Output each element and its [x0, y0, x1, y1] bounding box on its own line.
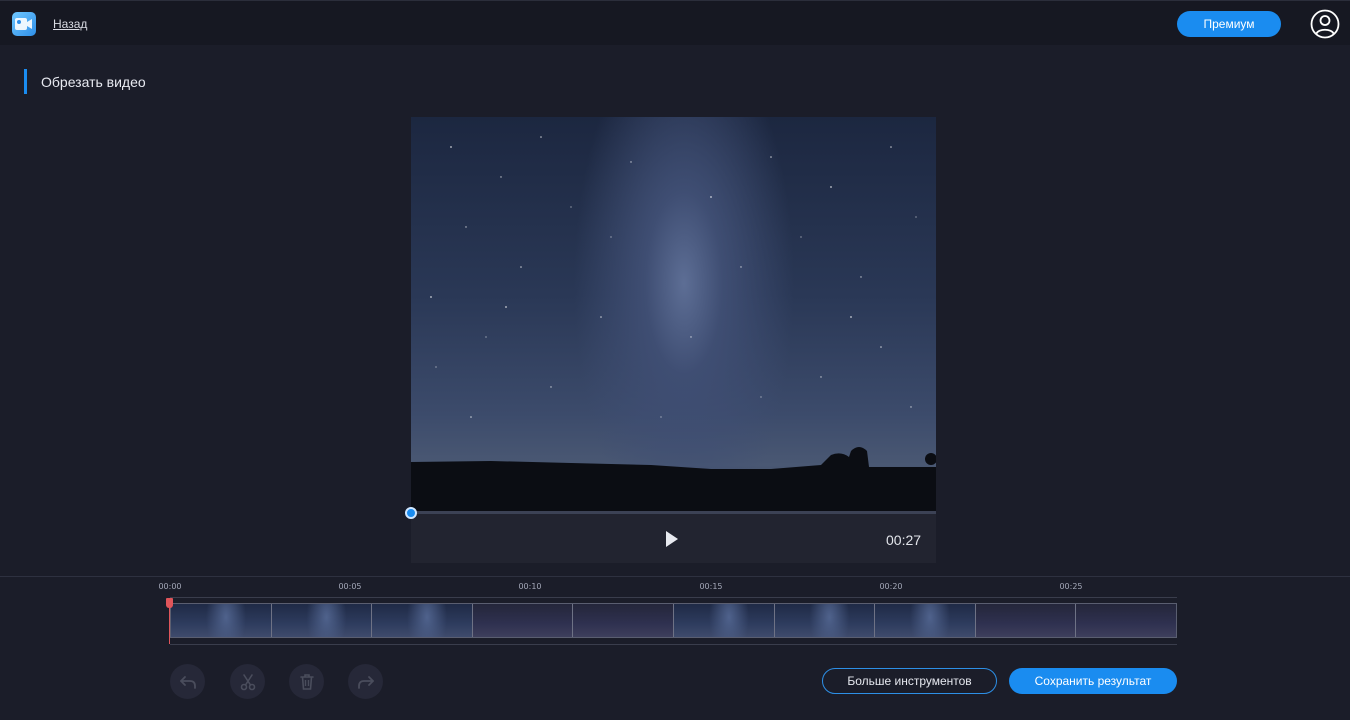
filmstrip-frame — [573, 604, 674, 637]
scissors-icon[interactable] — [230, 664, 265, 699]
ruler-tick-label: 00:15 — [699, 582, 723, 591]
video-editor-icon[interactable] — [12, 12, 36, 36]
user-icon[interactable] — [1310, 9, 1340, 39]
progress-handle[interactable] — [405, 507, 417, 519]
filmstrip-frame — [975, 604, 1077, 637]
filmstrip-baseline — [170, 644, 1177, 645]
trash-icon[interactable] — [289, 664, 324, 699]
progress-track[interactable] — [411, 511, 936, 514]
filmstrip-frame — [372, 604, 473, 637]
filmstrip-frame — [673, 604, 775, 637]
video-duration: 00:27 — [886, 532, 922, 548]
filmstrip-frame — [875, 604, 976, 637]
video-filmstrip[interactable] — [170, 603, 1177, 638]
playhead-handle[interactable] — [166, 598, 173, 608]
undo-icon[interactable] — [170, 664, 205, 699]
back-link[interactable]: Назад — [53, 17, 87, 31]
save-result-button[interactable]: Сохранить результат — [1009, 668, 1177, 694]
video-preview[interactable] — [411, 117, 936, 513]
timeline-ruler: 00:00 00:05 00:10 00:15 00:20 00:25 — [158, 578, 1177, 598]
filmstrip-frame — [271, 604, 373, 637]
timeline-divider — [0, 576, 1350, 577]
play-icon[interactable] — [664, 530, 680, 548]
top-bar: Назад Премиум — [0, 0, 1350, 45]
filmstrip-frame — [472, 604, 574, 637]
ruler-tick-label: 00:00 — [158, 582, 182, 591]
more-tools-button[interactable]: Больше инструментов — [822, 668, 997, 694]
ruler-tick-label: 00:20 — [879, 582, 903, 591]
filmstrip-frame — [1076, 604, 1176, 637]
title-accent-bar — [24, 69, 27, 94]
page-title: Обрезать видео — [41, 74, 146, 90]
ruler-tick-label: 00:25 — [1059, 582, 1083, 591]
premium-button[interactable]: Премиум — [1177, 11, 1281, 37]
ruler-tick-label: 00:10 — [518, 582, 542, 591]
filmstrip-frame — [171, 604, 272, 637]
redo-icon[interactable] — [348, 664, 383, 699]
ruler-tick-label: 00:05 — [338, 582, 362, 591]
filmstrip-frame — [774, 604, 876, 637]
ruler-baseline — [170, 597, 1177, 598]
